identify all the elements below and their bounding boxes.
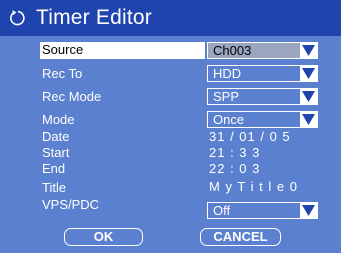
cancel-button[interactable]: CANCEL [200, 228, 281, 246]
date-label: Date [42, 129, 70, 144]
vps-pdc-value: Off [213, 203, 231, 218]
chevron-down-icon[interactable] [300, 89, 317, 104]
source-label: Source [42, 42, 84, 57]
mode-dropdown[interactable]: Once [207, 111, 318, 128]
source-dropdown[interactable]: Ch003 [207, 42, 318, 59]
rec-to-value: HDD [213, 66, 242, 81]
chevron-down-icon[interactable] [300, 43, 317, 58]
date-value[interactable]: 31 / 01 / 0 5 [209, 129, 291, 145]
ok-button[interactable]: OK [64, 228, 143, 246]
rec-mode-label: Rec Mode [42, 89, 102, 104]
rec-to-label: Rec To [42, 66, 83, 81]
page-title: Timer Editor [36, 6, 152, 29]
end-value[interactable]: 22 : 0 3 [209, 161, 260, 177]
mode-value: Once [213, 112, 245, 127]
title-label: Title [42, 180, 67, 195]
timer-icon [10, 10, 25, 26]
rec-mode-dropdown[interactable]: SPP [207, 88, 318, 105]
title-value[interactable]: M y T i t l e 0 [209, 179, 298, 195]
title-bar: Timer Editor [0, 0, 341, 36]
rec-to-dropdown[interactable]: HDD [207, 65, 318, 82]
vps-pdc-dropdown[interactable]: Off [207, 202, 318, 219]
mode-label: Mode [42, 112, 75, 127]
end-label: End [42, 161, 66, 176]
start-value[interactable]: 21 : 3 3 [209, 145, 260, 161]
rec-mode-value: SPP [213, 89, 240, 104]
vps-pdc-label: VPS/PDC [42, 197, 100, 212]
start-label: Start [42, 145, 70, 160]
chevron-down-icon[interactable] [300, 112, 317, 127]
source-value: Ch003 [213, 43, 252, 58]
chevron-down-icon[interactable] [300, 203, 317, 218]
chevron-down-icon[interactable] [300, 66, 317, 81]
